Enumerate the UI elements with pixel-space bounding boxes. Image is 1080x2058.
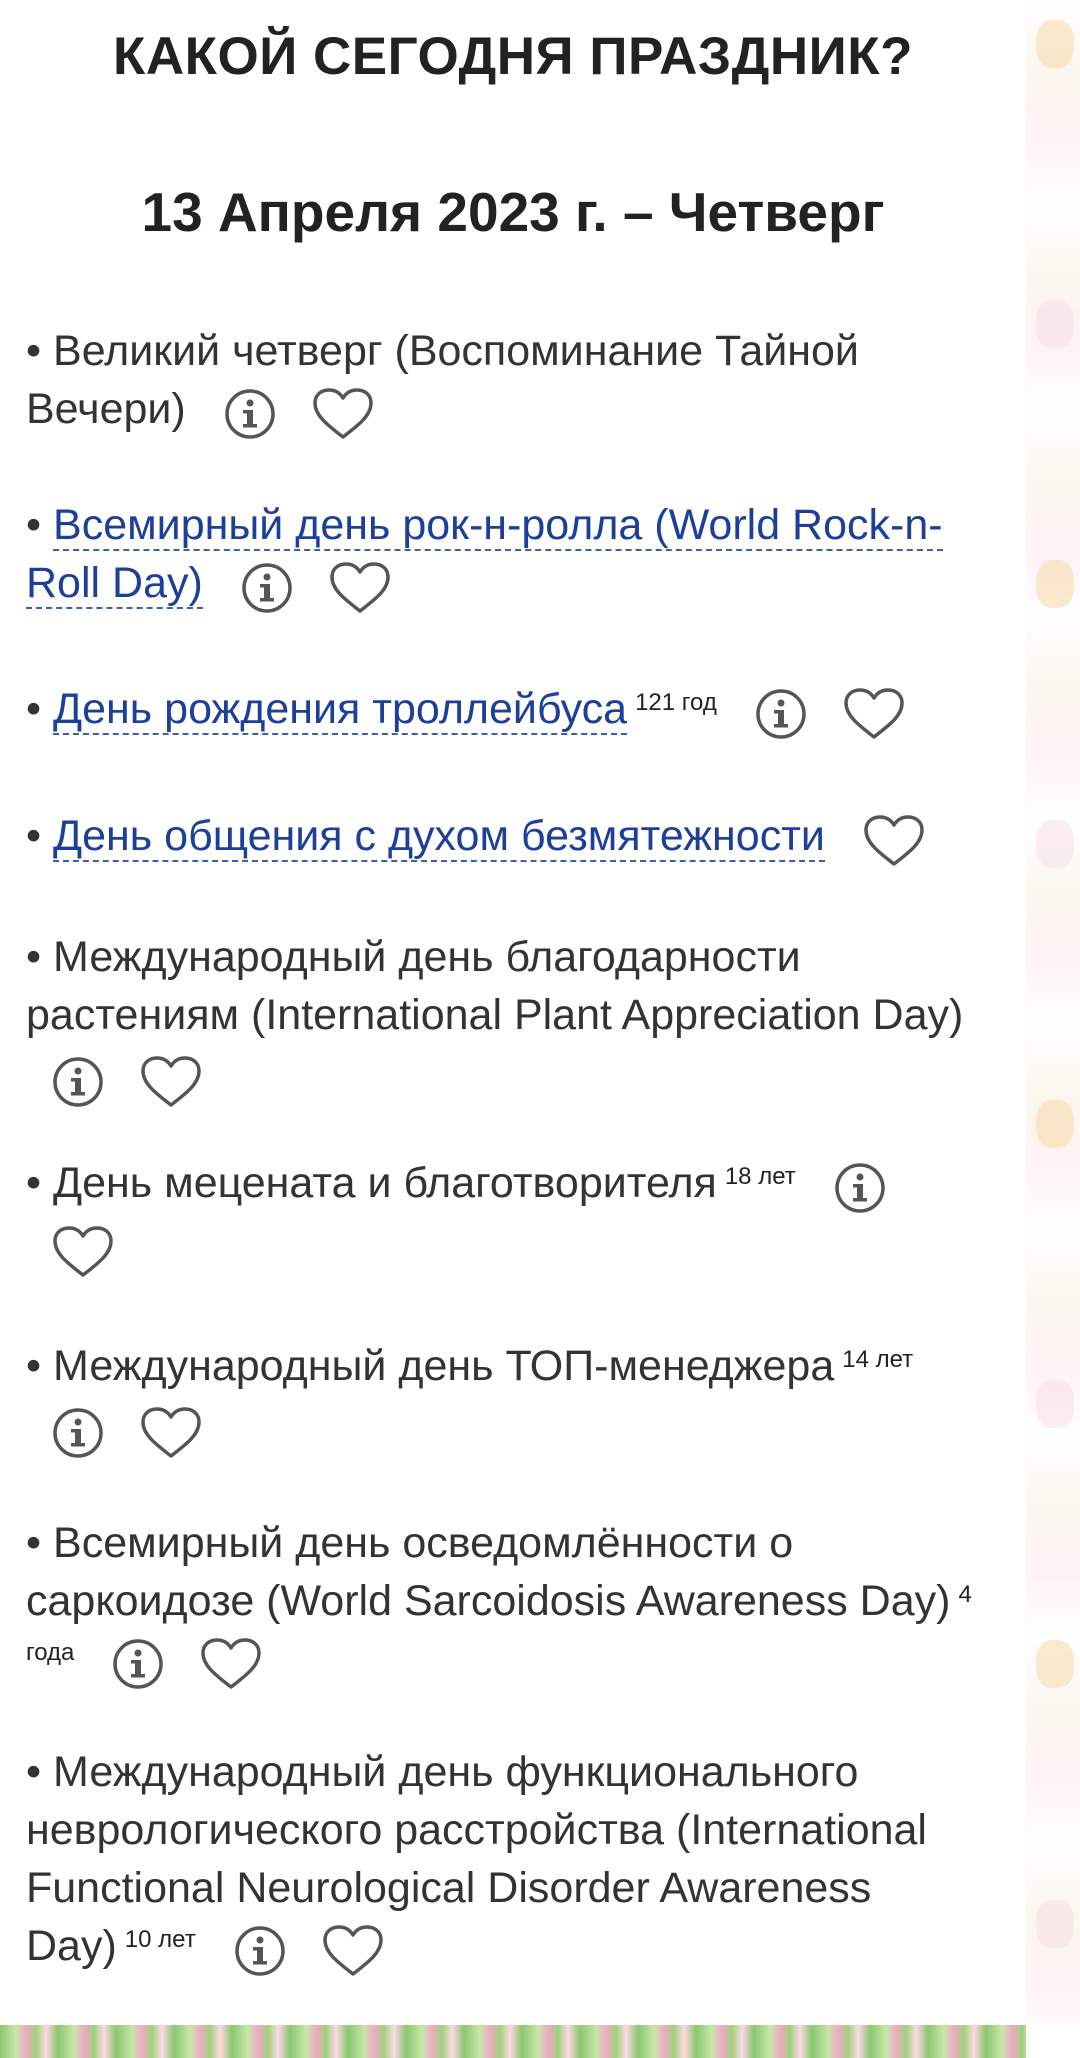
info-circle-icon[interactable] <box>241 562 293 614</box>
info-circle-icon[interactable] <box>52 1407 104 1459</box>
bullet: • <box>26 1342 42 1390</box>
holiday-item: • День мецената и благотворителя 18 лет <box>26 1154 996 1279</box>
holiday-actions <box>755 682 905 741</box>
heart-outline-icon[interactable] <box>312 387 374 441</box>
holiday-actions <box>234 1919 384 1978</box>
info-circle-icon[interactable] <box>112 1638 164 1690</box>
holiday-link[interactable]: День рождения троллейбуса <box>53 685 628 735</box>
holiday-title: Международный день ТОП-менеджера <box>53 1342 835 1390</box>
holiday-item: • Великий четверг (Воспоминание Тайной В… <box>26 322 996 441</box>
info-circle-icon[interactable] <box>52 1056 104 1108</box>
holiday-item: • Всемирный день осведомлённости о сарко… <box>26 1514 996 1691</box>
heart-outline-icon[interactable] <box>140 1406 202 1460</box>
site-title: КАКОЙ СЕГОДНЯ ПРАЗДНИК? <box>113 27 913 86</box>
info-circle-icon[interactable] <box>755 688 807 740</box>
decoration <box>1036 1100 1074 1148</box>
heart-outline-icon[interactable] <box>329 561 391 615</box>
heart-outline-icon[interactable] <box>200 1637 262 1691</box>
bullet: • <box>26 685 42 733</box>
holiday-actions <box>112 1632 262 1691</box>
bottom-corner <box>1026 2025 1080 2058</box>
holiday-actions <box>863 809 925 868</box>
holiday-title: День мецената и благотворителя <box>53 1159 717 1207</box>
holiday-item: • День рождения троллейбуса 121 год <box>26 680 996 741</box>
holiday-link[interactable]: День общения с духом безмятежности <box>53 812 825 862</box>
holiday-item: • Всемирный день рок-н-ролла (World Rock… <box>26 496 996 615</box>
info-circle-icon[interactable] <box>234 1925 286 1977</box>
decoration <box>1036 1640 1074 1688</box>
main-content: КАКОЙ СЕГОДНЯ ПРАЗДНИК? 13 Апреля 2023 г… <box>0 0 1026 2025</box>
bullet: • <box>26 812 42 860</box>
holiday-title: Великий четверг (Воспоминание Тайной Веч… <box>26 327 859 433</box>
heart-outline-icon[interactable] <box>322 1924 384 1978</box>
decoration <box>1036 300 1074 348</box>
info-circle-icon[interactable] <box>834 1162 886 1214</box>
info-circle-icon[interactable] <box>224 388 276 440</box>
flower-border-strip <box>0 2025 1026 2058</box>
decoration <box>1036 820 1074 868</box>
holiday-item: • Международный день благодарности расте… <box>26 928 996 1109</box>
decorative-side-border <box>1026 0 1080 2025</box>
age-label: 18 лет <box>724 1163 796 1190</box>
decoration <box>1036 20 1074 68</box>
decoration <box>1036 1380 1074 1428</box>
holiday-actions <box>224 382 374 441</box>
bullet: • <box>26 1519 42 1567</box>
holiday-actions <box>241 556 391 615</box>
heart-outline-icon[interactable] <box>863 814 925 868</box>
holiday-title: Международный день благодарности растени… <box>26 933 964 1039</box>
decoration <box>1036 560 1074 608</box>
age-label: 121 год <box>635 689 717 716</box>
holiday-actions <box>52 1050 996 1109</box>
bullet: • <box>26 327 42 375</box>
holiday-actions <box>834 1157 922 1215</box>
decoration <box>1036 1900 1074 1948</box>
heart-outline-icon[interactable] <box>140 1055 202 1109</box>
bullet: • <box>26 933 42 981</box>
holiday-item: • День общения с духом безмятежности <box>26 807 996 868</box>
bullet: • <box>26 501 42 549</box>
age-label: 14 лет <box>842 1346 914 1373</box>
holiday-item: • Международный день функционального нев… <box>26 1743 996 1978</box>
holiday-title: Всемирный день осведомлённости о саркоид… <box>26 1519 951 1625</box>
age-label: 10 лет <box>124 1926 196 1953</box>
holiday-link[interactable]: Всемирный день рок-н-ролла (World Rock-n… <box>26 501 943 609</box>
bullet: • <box>26 1748 42 1796</box>
heart-outline-icon[interactable] <box>843 687 905 741</box>
date-heading: 13 Апреля 2023 г. – Четверг <box>141 181 885 243</box>
holiday-actions <box>52 1401 996 1460</box>
holiday-actions-row2 <box>52 1221 996 1280</box>
heart-outline-icon[interactable] <box>52 1225 114 1279</box>
bullet: • <box>26 1159 42 1207</box>
holiday-item: • Международный день ТОП-менеджера 14 лет <box>26 1337 996 1460</box>
